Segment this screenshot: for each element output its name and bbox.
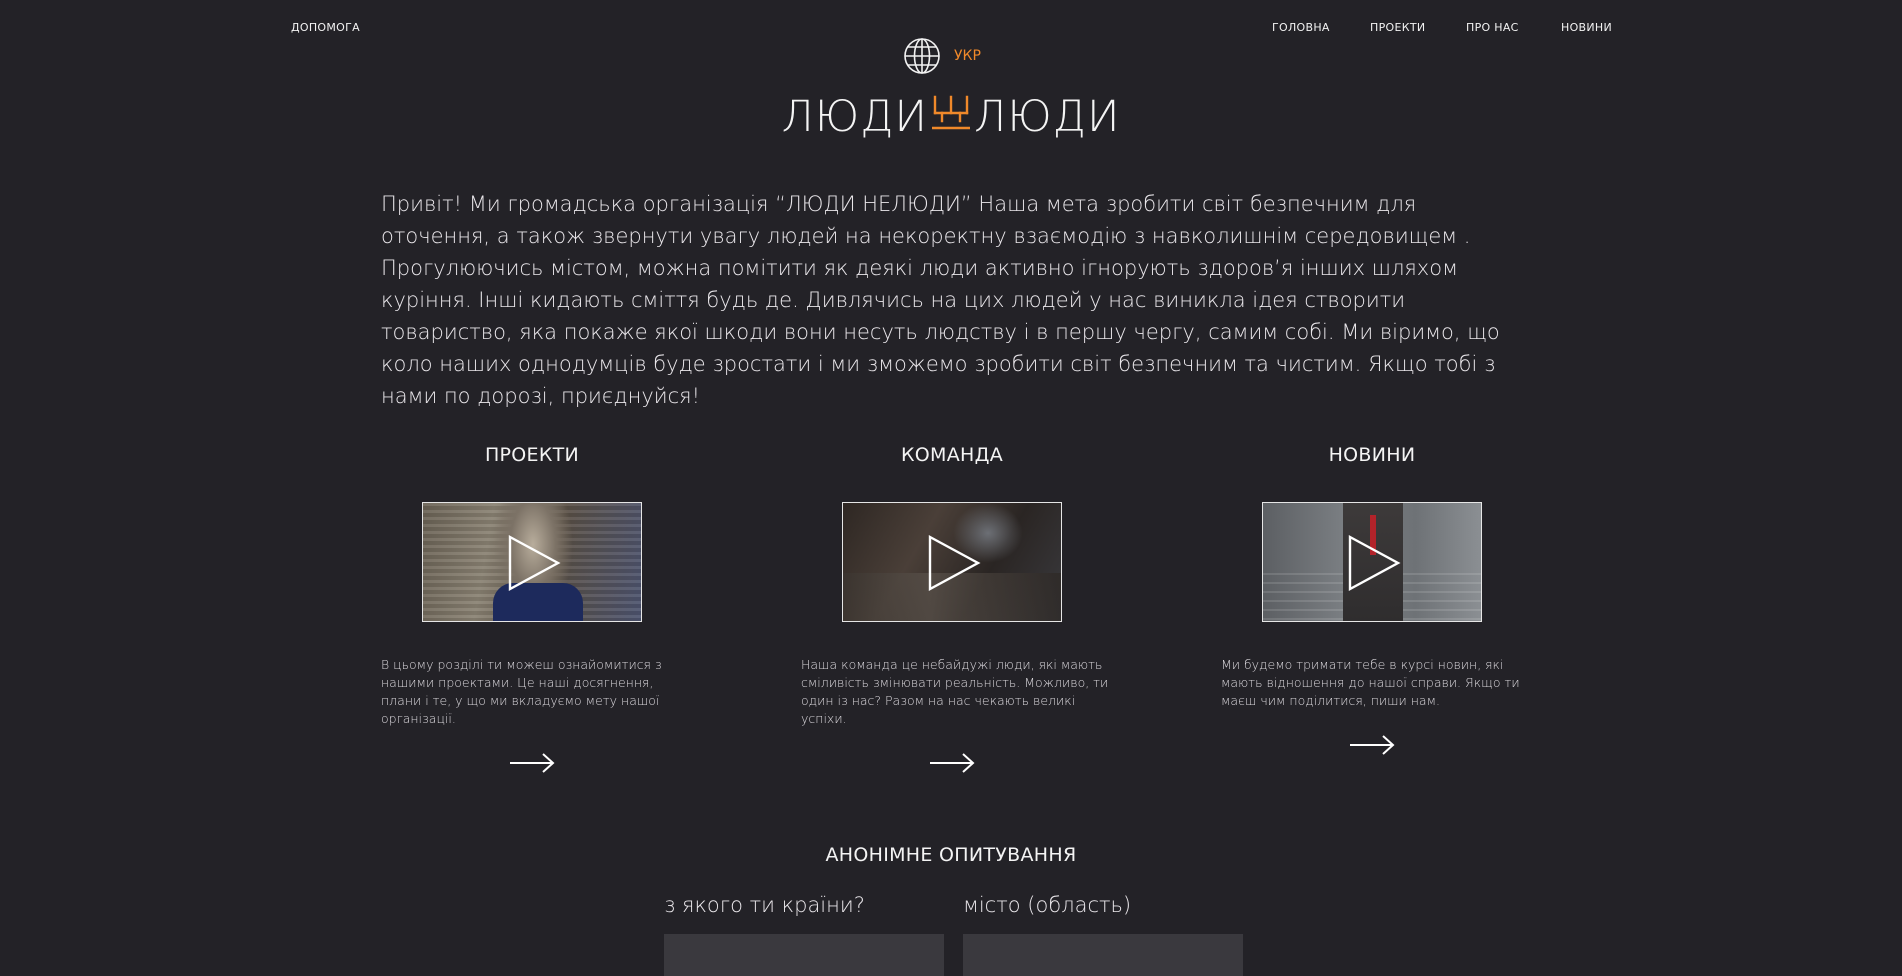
intro-text: Привіт! Ми громадська організація “ЛЮДИ … — [381, 192, 1500, 408]
help-link[interactable]: ДОПОМОГА — [291, 21, 360, 34]
team-video-thumbnail[interactable] — [842, 502, 1062, 622]
country-question-label: з якого ти країни? — [664, 893, 865, 917]
nav-news[interactable]: НОВИНИ — [1561, 21, 1612, 34]
section-title: КОМАНДА — [900, 444, 1004, 466]
section-title: НОВИНИ — [1328, 444, 1416, 466]
arrow-right-icon[interactable] — [1349, 734, 1395, 756]
survey-title: АНОНІМНЕ ОПИТУВАННЯ — [825, 844, 1077, 866]
nav-home[interactable]: ГОЛОВНА — [1272, 21, 1330, 34]
city-input[interactable] — [963, 934, 1243, 976]
city-question-label: місто (область) — [963, 893, 1132, 917]
section-title: ПРОЕКТИ — [484, 444, 580, 466]
section-news: НОВИНИ Ми будемо тримати тебе в курсі но… — [1162, 444, 1582, 756]
section-description: Ми будемо тримати тебе в курсі новин, як… — [1221, 657, 1520, 708]
play-icon — [508, 535, 561, 591]
section-description: Наша команда це небайдужі люди, які мают… — [801, 657, 1109, 726]
news-video-thumbnail[interactable] — [1262, 502, 1482, 622]
play-icon — [928, 535, 981, 591]
country-input[interactable] — [664, 934, 944, 976]
site-logo[interactable]: ЛЮДИ ЛЮДИ — [0, 92, 1902, 145]
section-team: КОМАНДА Наша команда це небайдужі люди, … — [742, 444, 1162, 774]
globe-icon — [904, 38, 940, 74]
arrow-right-icon[interactable] — [929, 752, 975, 774]
play-icon — [1348, 535, 1401, 591]
section-projects: ПРОЕКТИ В цьому розділі ти можеш ознайом… — [322, 444, 742, 774]
logo-text-right: ЛЮДИ — [974, 92, 1121, 142]
nav-about[interactable]: ПРО НАС — [1466, 21, 1519, 34]
language-switcher[interactable]: УКР — [902, 36, 981, 76]
arrow-right-icon[interactable] — [509, 752, 555, 774]
projects-video-thumbnail[interactable] — [422, 502, 642, 622]
logo-text-left: ЛЮДИ — [781, 92, 928, 142]
section-description: В цьому розділі ти можеш ознайомитися з … — [381, 657, 662, 726]
logo-mark-icon — [931, 91, 971, 142]
language-label: УКР — [954, 48, 981, 64]
nav-projects[interactable]: ПРОЕКТИ — [1370, 21, 1425, 34]
